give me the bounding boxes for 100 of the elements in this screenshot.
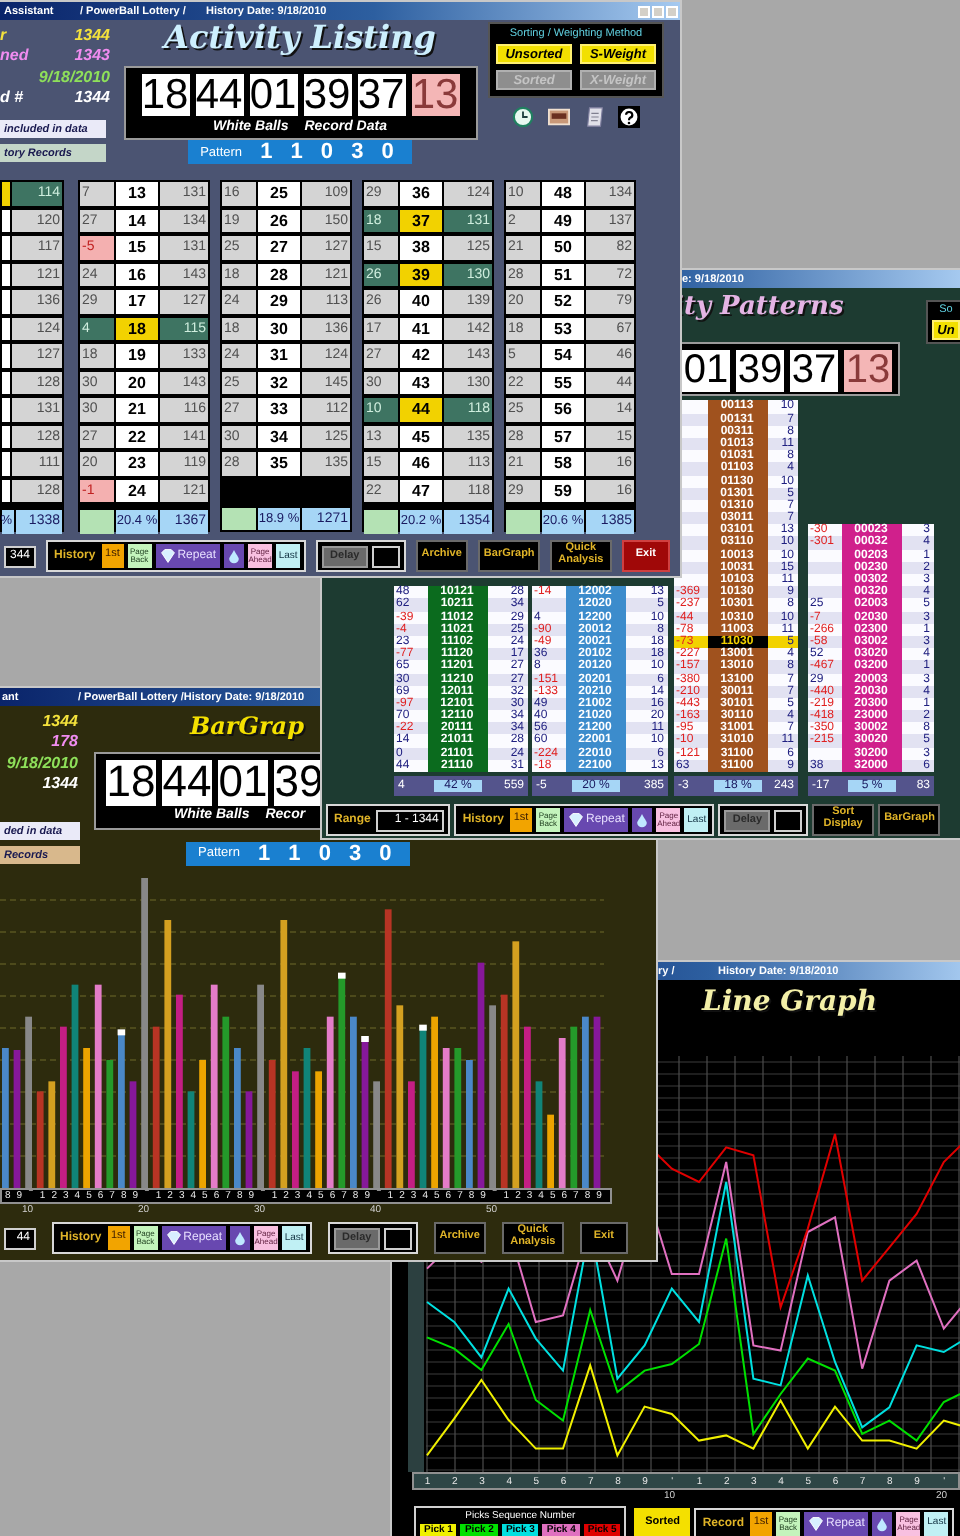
number-cell: 38 [400,236,442,259]
number-cell: 58 [542,452,584,475]
graph-bar [292,1071,299,1188]
number-cell: 15 [116,236,158,259]
ball-number: 37 [790,350,838,393]
ball-number: 01 [218,759,268,806]
graph-bar [547,1114,554,1188]
number-cell: 54 [542,344,584,367]
footer-cell [506,510,540,533]
ball-number: 01 [249,74,297,117]
number-cell: 36 [400,182,442,205]
number-cell: 41 [400,317,442,340]
number-cell: 53 [542,317,584,340]
ball-number: 37 [357,74,405,117]
number-cell: 37 [400,209,442,232]
bar-marker [361,1036,369,1042]
window-heading: Activity Listing [164,20,436,57]
drop-button[interactable] [632,808,653,832]
number-cell: 26 [258,209,300,232]
number-cell: 52 [542,290,584,313]
number-cell: 51 [542,263,584,286]
number-cell: 43 [400,371,442,394]
number-cell: 18 [116,317,158,340]
number-cell: 22 [116,425,158,448]
page-icon[interactable] [584,106,606,128]
number-cell: 28 [258,263,300,286]
number-cell: 40 [400,290,442,313]
number-cell: 16 [116,263,158,286]
number-cell: 47 [400,479,442,502]
graph-bar [48,1081,56,1188]
info-value: 1343 [74,46,110,65]
graph-bar [303,1048,311,1188]
delay-field[interactable] [774,809,803,831]
number-cell: 23 [116,452,158,475]
graph-bar [199,1060,206,1188]
number-cell: 56 [542,398,584,421]
graph-bar [187,1091,195,1188]
graph-bar [106,1060,114,1188]
info-value: 178 [51,732,78,751]
bar-marker [117,1029,126,1036]
graph-bar [36,1091,44,1188]
help-icon[interactable] [618,106,640,128]
gem-icon [159,548,176,564]
delay-field[interactable] [383,1227,412,1249]
number-cell: 13 [116,182,158,205]
graph-bar [408,1081,415,1188]
info-label: r [0,25,7,44]
graph-bar [454,1048,462,1188]
ball-number: 13 [844,350,892,393]
number-cell: 32 [258,371,300,394]
number-cell: 20 [116,371,158,394]
ball-number: 01 [682,350,730,393]
number-cell: 34 [258,425,300,448]
footer-cell [80,510,114,533]
number-cell: 59 [542,479,584,502]
graph-bar [442,1048,450,1188]
ball-number: 13 [411,74,459,117]
number-cell: 55 [542,371,584,394]
number-cell: 45 [400,425,442,448]
graph-bar [13,1050,21,1188]
ball-number: 18 [141,74,189,117]
info-value: 9/18/2010 [38,67,110,86]
graph-bar [245,1091,253,1188]
info-value: 1344 [42,711,78,730]
pattern-value: 1 1 0 3 0 [260,140,400,165]
picture-icon[interactable] [546,106,572,128]
bar-marker [419,1024,427,1031]
number-cell: 57 [542,425,584,448]
drop-button[interactable] [872,1511,893,1535]
number-cell: 25 [258,182,300,205]
info-label: ned [0,46,29,65]
delay-field[interactable] [371,545,400,567]
number-cell: 42 [400,344,442,367]
number-cell: 44 [400,398,442,421]
clock-icon[interactable] [512,106,534,128]
info-value: 1344 [74,25,110,44]
number-cell: 21 [116,398,158,421]
drop-icon [228,548,241,564]
footer-cell [364,510,398,533]
number-cell: 19 [116,344,158,367]
drop-button[interactable] [230,1226,251,1250]
graph-bar [315,1071,322,1188]
drop-icon [876,1515,889,1531]
number-cell: 14 [116,209,158,232]
graph-bar [234,1048,241,1188]
gem-icon [568,812,585,828]
graph-bar [2,1048,9,1188]
number-cell: 49 [542,209,584,232]
ball-number: 39 [303,74,351,117]
graph-bar [268,1060,276,1188]
bar-marker [338,972,346,979]
graph-bar [83,1048,90,1188]
footer-cell [222,507,256,530]
info-value: 1344 [74,88,110,107]
number-cell: 29 [258,290,300,313]
number-cell: 39 [400,263,442,286]
number-cell: 31 [258,344,300,367]
drop-button[interactable] [224,544,245,568]
number-cell: 46 [400,452,442,475]
number-cell: 17 [116,290,158,313]
